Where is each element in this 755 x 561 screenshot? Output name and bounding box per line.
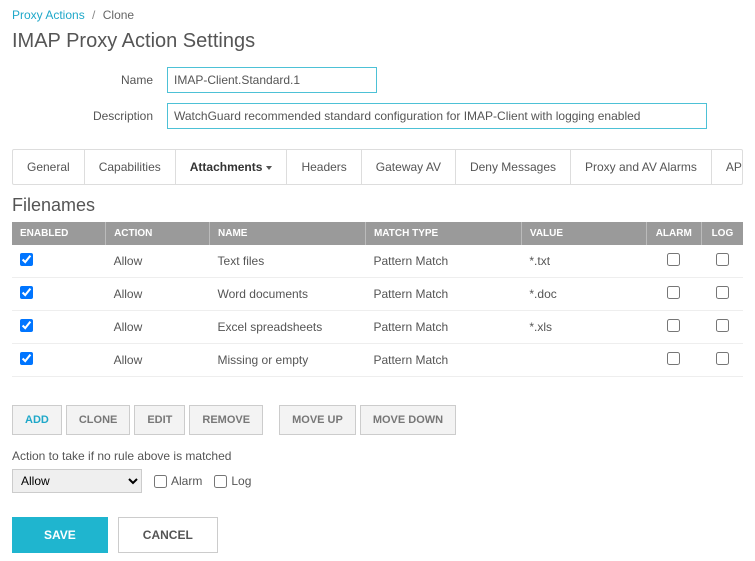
- tab-apt-blocker[interactable]: APT Blocker: [712, 150, 743, 184]
- default-action-select[interactable]: Allow: [12, 469, 142, 493]
- tab-gateway-av[interactable]: Gateway AV: [362, 150, 456, 184]
- breadcrumb-current: Clone: [103, 8, 134, 22]
- alarm-checkbox[interactable]: [667, 286, 680, 299]
- cell-action: Allow: [106, 245, 210, 278]
- log-checkbox[interactable]: [214, 475, 227, 488]
- save-button[interactable]: SAVE: [12, 517, 108, 553]
- tabs: GeneralCapabilitiesAttachmentsHeadersGat…: [12, 149, 743, 185]
- tab-headers[interactable]: Headers: [287, 150, 361, 184]
- breadcrumb: Proxy Actions / Clone: [12, 8, 743, 22]
- col-name: NAME: [210, 222, 366, 245]
- tab-proxy-and-av-alarms[interactable]: Proxy and AV Alarms: [571, 150, 712, 184]
- log-checkbox-label[interactable]: Log: [214, 474, 251, 488]
- cell-name: Word documents: [210, 278, 366, 311]
- cell-match: Pattern Match: [365, 278, 521, 311]
- name-label: Name: [12, 73, 167, 87]
- add-button[interactable]: ADD: [12, 405, 62, 435]
- chevron-down-icon: [266, 166, 272, 170]
- clone-button[interactable]: CLONE: [66, 405, 131, 435]
- cell-name: Missing or empty: [210, 344, 366, 377]
- cell-name: Excel spreadsheets: [210, 311, 366, 344]
- alarm-checkbox[interactable]: [667, 253, 680, 266]
- cell-match: Pattern Match: [365, 245, 521, 278]
- movedown-button[interactable]: MOVE DOWN: [360, 405, 456, 435]
- enabled-checkbox[interactable]: [20, 286, 33, 299]
- tab-capabilities[interactable]: Capabilities: [85, 150, 176, 184]
- log-checkbox[interactable]: [716, 253, 729, 266]
- cell-action: Allow: [106, 344, 210, 377]
- log-checkbox[interactable]: [716, 286, 729, 299]
- col-value: VALUE: [521, 222, 646, 245]
- alarm-checkbox-label[interactable]: Alarm: [154, 474, 202, 488]
- enabled-checkbox[interactable]: [20, 253, 33, 266]
- col-log: LOG: [701, 222, 743, 245]
- col-match: MATCH TYPE: [365, 222, 521, 245]
- cell-value: *.txt: [521, 245, 646, 278]
- breadcrumb-root[interactable]: Proxy Actions: [12, 8, 85, 22]
- section-title: Filenames: [12, 195, 743, 216]
- cell-value: *.xls: [521, 311, 646, 344]
- no-rule-label: Action to take if no rule above is match…: [12, 449, 743, 463]
- filenames-table: ENABLED ACTION NAME MATCH TYPE VALUE ALA…: [12, 222, 743, 377]
- breadcrumb-sep: /: [92, 8, 95, 22]
- alarm-checkbox[interactable]: [154, 475, 167, 488]
- cell-action: Allow: [106, 311, 210, 344]
- name-field[interactable]: [167, 67, 377, 93]
- log-checkbox[interactable]: [716, 319, 729, 332]
- tab-general[interactable]: General: [13, 150, 85, 184]
- table-row[interactable]: AllowText filesPattern Match*.txt: [12, 245, 743, 278]
- enabled-checkbox[interactable]: [20, 319, 33, 332]
- moveup-button[interactable]: MOVE UP: [279, 405, 356, 435]
- remove-button[interactable]: REMOVE: [189, 405, 263, 435]
- alarm-checkbox[interactable]: [667, 319, 680, 332]
- enabled-checkbox[interactable]: [20, 352, 33, 365]
- cell-match: Pattern Match: [365, 344, 521, 377]
- col-enabled: ENABLED: [12, 222, 106, 245]
- description-label: Description: [12, 109, 167, 123]
- col-action: ACTION: [106, 222, 210, 245]
- cell-value: [521, 344, 646, 377]
- cell-name: Text files: [210, 245, 366, 278]
- cell-action: Allow: [106, 278, 210, 311]
- tab-attachments[interactable]: Attachments: [176, 150, 288, 184]
- log-checkbox[interactable]: [716, 352, 729, 365]
- col-alarm: ALARM: [646, 222, 701, 245]
- tab-deny-messages[interactable]: Deny Messages: [456, 150, 571, 184]
- cancel-button[interactable]: CANCEL: [118, 517, 218, 553]
- table-row[interactable]: AllowExcel spreadsheetsPattern Match*.xl…: [12, 311, 743, 344]
- cell-match: Pattern Match: [365, 311, 521, 344]
- action-buttons: ADD CLONE EDIT REMOVE MOVE UP MOVE DOWN: [12, 405, 743, 435]
- description-field[interactable]: [167, 103, 707, 129]
- table-row[interactable]: AllowWord documentsPattern Match*.doc: [12, 278, 743, 311]
- cell-value: *.doc: [521, 278, 646, 311]
- table-row[interactable]: AllowMissing or emptyPattern Match: [12, 344, 743, 377]
- alarm-checkbox[interactable]: [667, 352, 680, 365]
- page-title: IMAP Proxy Action Settings: [12, 30, 743, 53]
- edit-button[interactable]: EDIT: [134, 405, 185, 435]
